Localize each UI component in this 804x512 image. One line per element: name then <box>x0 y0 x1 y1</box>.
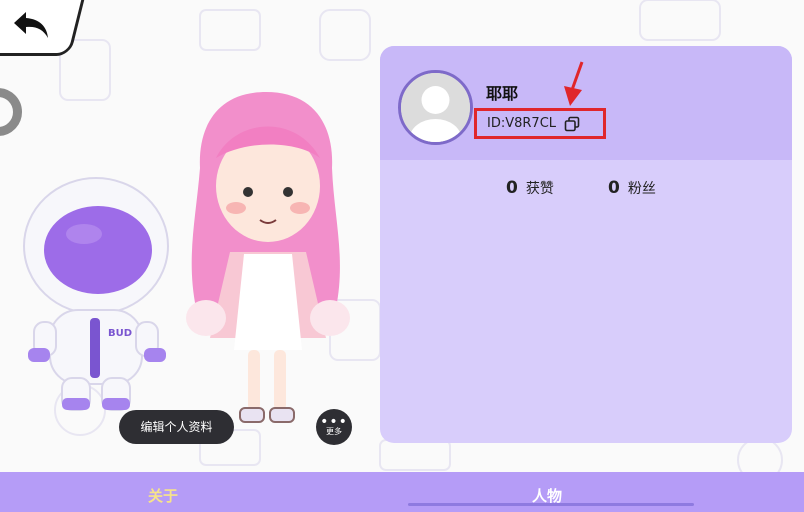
bottom-tab-bar <box>0 472 804 512</box>
svg-text:BUD: BUD <box>108 328 132 339</box>
player-character[interactable] <box>176 88 356 438</box>
back-arrow-icon <box>14 12 48 38</box>
profile-card: 耶耶 ID:V8R7CL 0 获赞 0 粉丝 <box>380 46 792 443</box>
avatar-placeholder-icon <box>401 73 470 142</box>
tab-about[interactable]: 关于 <box>148 485 178 506</box>
annotation-arrow-icon <box>564 61 584 106</box>
copy-icon[interactable] <box>564 116 580 132</box>
avatar[interactable] <box>398 70 473 145</box>
fans-label: 粉丝 <box>627 181 656 197</box>
user-id-highlight: ID:V8R7CL <box>474 108 606 139</box>
more-button[interactable]: ••• 更多 <box>316 409 352 445</box>
more-label: 更多 <box>326 427 342 436</box>
more-icon: ••• <box>320 414 348 430</box>
astronaut-companion[interactable]: BUD <box>14 172 184 442</box>
likes-count: 0 <box>506 178 518 198</box>
likes-stat[interactable]: 0 获赞 <box>506 178 554 198</box>
character-stage: BUD <box>0 60 380 460</box>
fans-count: 0 <box>608 178 620 198</box>
fans-stat[interactable]: 0 粉丝 <box>608 178 656 198</box>
tab-indicator <box>408 503 694 506</box>
edit-profile-button[interactable]: 编辑个人资料 <box>119 410 234 444</box>
username: 耶耶 <box>486 84 519 103</box>
likes-label: 获赞 <box>525 181 554 197</box>
user-id: ID:V8R7CL <box>487 116 557 131</box>
